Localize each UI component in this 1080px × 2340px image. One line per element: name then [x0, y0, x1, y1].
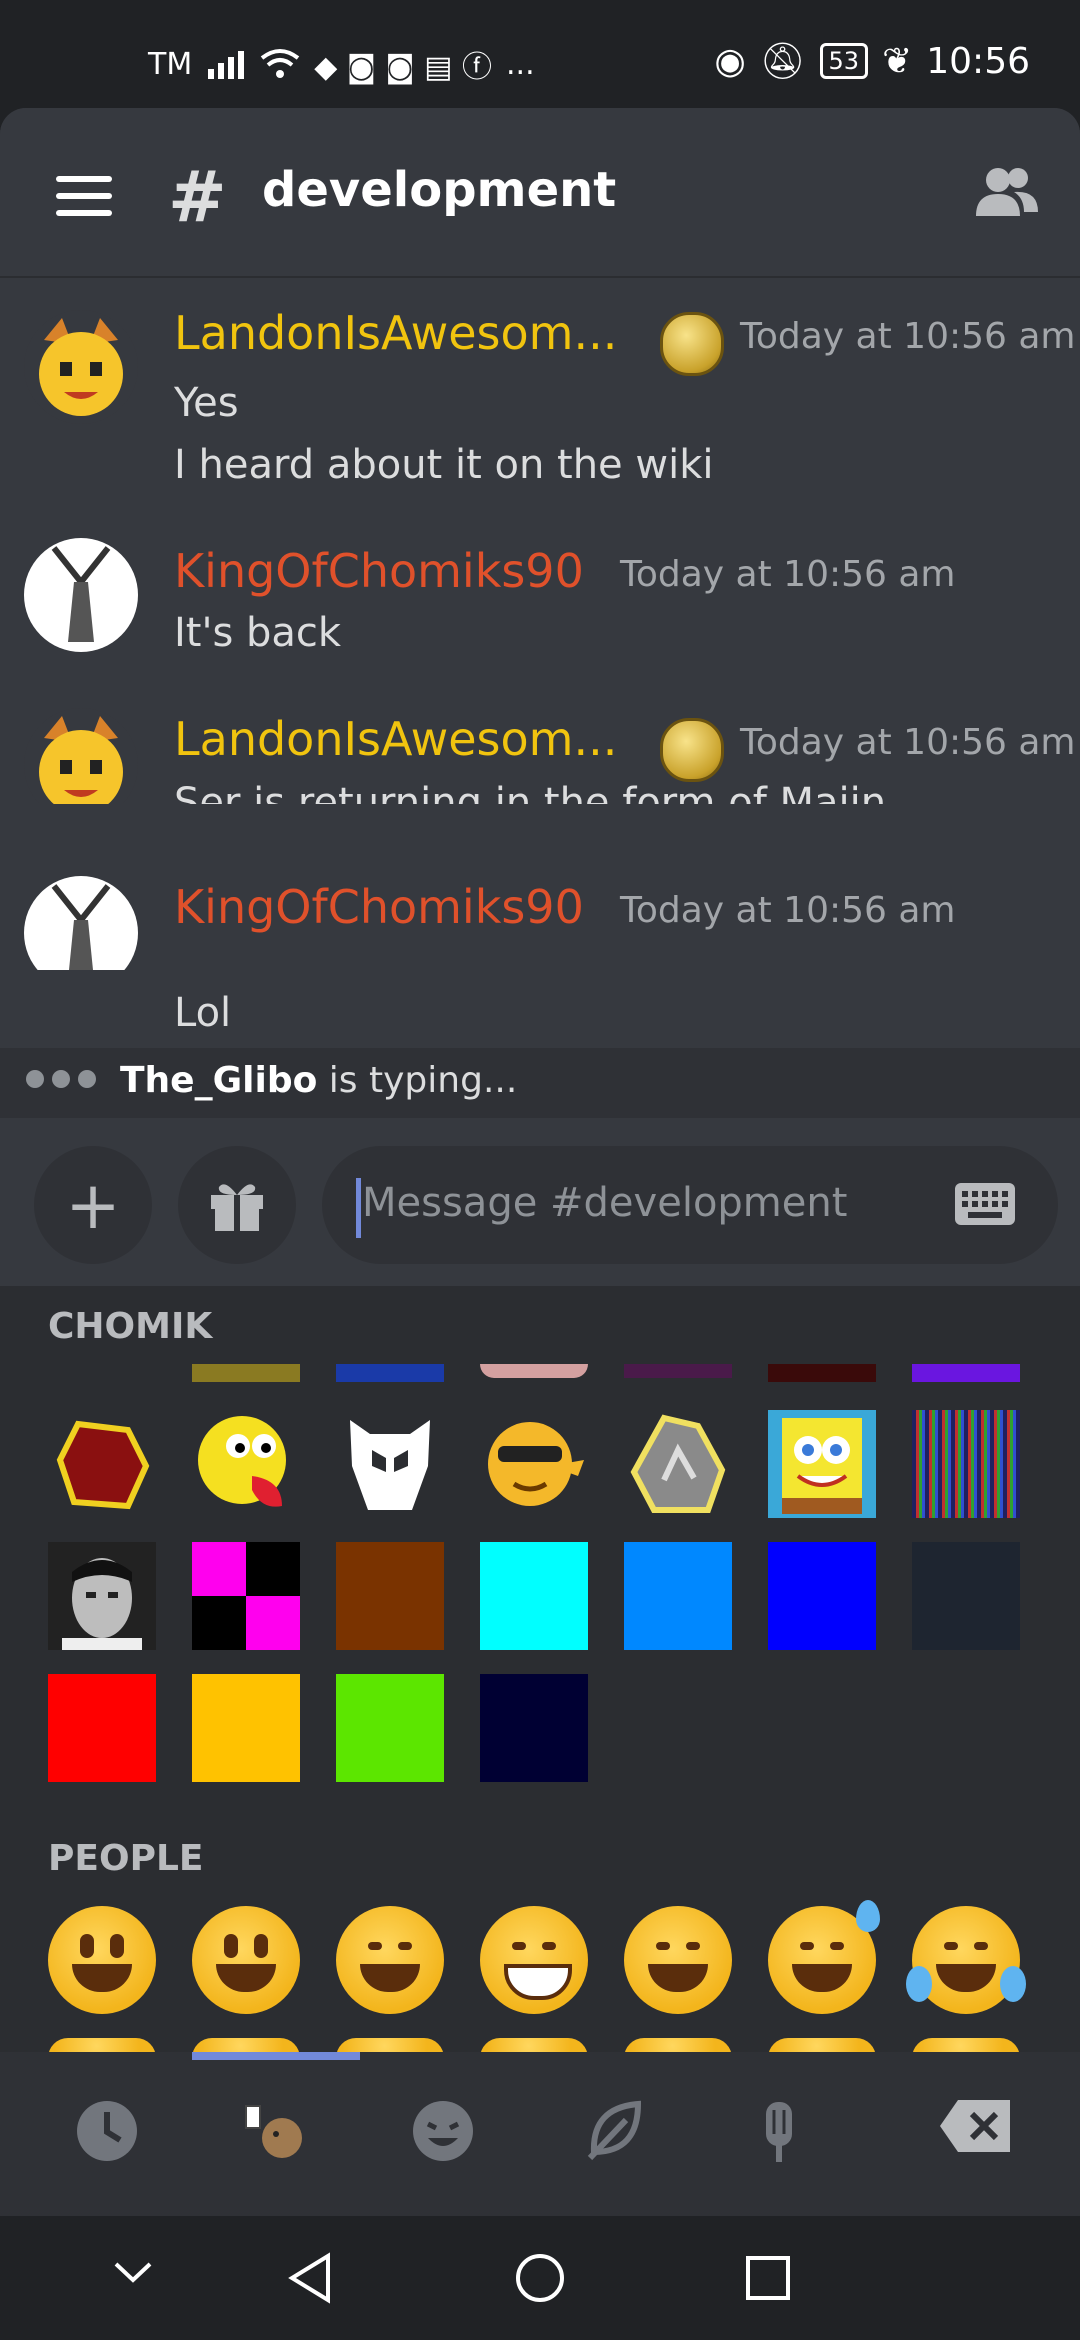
emoji-tile[interactable] [624, 1364, 732, 1378]
message-list[interactable]: LandonIsAwesom... Today at 10:56 am Yes … [0, 276, 1080, 804]
message-item[interactable]: KingOfChomiks90 Today at 10:56 am [0, 876, 1080, 970]
joy-emoji[interactable] [906, 1906, 1026, 2014]
avatar[interactable] [24, 538, 138, 652]
message-input[interactable]: Message #development [322, 1146, 1058, 1264]
cool-face-emoji[interactable] [480, 1410, 588, 1518]
chevron-down-icon[interactable] [112, 2260, 154, 2286]
status-bar: TM ◆ ◙ ◙ ▤ ⓕ ... ◉ 🔕︎ 53 ❦ 10:56 [0, 0, 1080, 108]
message-line: Ser is returning in the form of Majin [174, 780, 887, 804]
avatar[interactable] [24, 310, 138, 424]
azure-square-emoji[interactable] [624, 1542, 732, 1650]
laughing-emoji[interactable] [624, 1906, 732, 2014]
smile-emoji[interactable] [336, 1906, 444, 2014]
locked-hash-icon: # [168, 156, 227, 238]
battery-indicator: 53 [819, 43, 869, 79]
typing-user: The_Glibo [120, 1060, 318, 1101]
avatar[interactable] [24, 708, 138, 804]
navy-square-emoji[interactable] [480, 1674, 588, 1782]
overflow-notifications: ... [506, 46, 535, 82]
section-label-chomik: CHOMIK [48, 1306, 213, 1347]
emoji-tile[interactable] [912, 1364, 1020, 1382]
home-icon[interactable] [514, 2252, 566, 2304]
red-gem-emoji[interactable] [48, 1410, 156, 1518]
autobot-emoji[interactable] [336, 1410, 444, 1518]
yellow-square-emoji[interactable] [192, 1674, 300, 1782]
channel-title[interactable]: development [262, 162, 616, 218]
message-time: Today at 10:56 am [740, 722, 1076, 763]
coin-badge-icon [660, 312, 724, 376]
spongebob-emoji[interactable] [768, 1410, 876, 1518]
message-time: Today at 10:56 am [620, 890, 956, 931]
message-placeholder: Message #development [362, 1180, 848, 1226]
section-label-people: PEOPLE [48, 1838, 204, 1879]
message-line: Lol [174, 990, 232, 1036]
message-line: I heard about it on the wiki [174, 442, 714, 488]
tongue-face-emoji[interactable] [192, 1410, 300, 1518]
leaf-icon: ❦ [882, 40, 913, 82]
notification-icons: ◆ ◙ ◙ ▤ ⓕ [314, 50, 492, 85]
eye-icon: ◉ [714, 40, 746, 82]
message-line: It's back [174, 610, 342, 656]
message-author[interactable]: LandonIsAwesom... [174, 306, 617, 360]
blue-square-emoji[interactable] [768, 1542, 876, 1650]
avatar[interactable] [24, 876, 138, 970]
signal-icon [208, 51, 245, 79]
emoji-tile[interactable] [336, 1364, 444, 1382]
text-caret [356, 1178, 361, 1238]
gift-button[interactable] [178, 1146, 296, 1264]
back-icon[interactable] [286, 2252, 332, 2304]
food-icon[interactable] [746, 2098, 812, 2164]
glitch-emoji[interactable] [912, 1410, 1020, 1518]
hamburger-icon[interactable] [56, 176, 112, 227]
green-square-emoji[interactable] [336, 1674, 444, 1782]
people-icon[interactable] [410, 2098, 476, 2164]
channel-header: # development [0, 108, 1080, 276]
sweat-smile-emoji[interactable] [768, 1900, 880, 2014]
gift-icon [211, 1184, 263, 1231]
message-author[interactable]: KingOfChomiks90 [174, 544, 584, 598]
typing-indicator: The_Glibo is typing... [0, 1048, 1080, 1118]
dark-square-emoji[interactable] [912, 1542, 1020, 1650]
wifi-icon [260, 49, 300, 78]
plus-icon: + [65, 1166, 121, 1244]
grinning-emoji[interactable] [48, 1906, 156, 2014]
coin-badge-icon [660, 718, 724, 782]
red-square-emoji[interactable] [48, 1674, 156, 1782]
message-author[interactable]: KingOfChomiks90 [174, 880, 584, 934]
add-attachment-button[interactable]: + [34, 1146, 152, 1264]
typing-text: is typing... [328, 1060, 518, 1101]
cyan-square-emoji[interactable] [480, 1542, 588, 1650]
recent-icon[interactable] [74, 2098, 140, 2164]
keyboard-icon[interactable] [954, 1182, 1016, 1226]
portrait-emoji[interactable] [48, 1542, 156, 1650]
chomik-guild-icon[interactable] [242, 2098, 308, 2164]
emoji-category-tabs [0, 2052, 1080, 2216]
message-line: Yes [174, 380, 239, 426]
brown-square-emoji[interactable] [336, 1542, 444, 1650]
emoji-tile[interactable] [192, 1364, 300, 1382]
message-time: Today at 10:56 am [620, 554, 956, 595]
grin-emoji[interactable] [480, 1906, 588, 2014]
emoji-tile[interactable] [48, 1364, 156, 1378]
active-tab-indicator [192, 2052, 360, 2060]
smiley-emoji[interactable] [192, 1906, 300, 2014]
message-time: Today at 10:56 am [740, 316, 1076, 357]
system-nav-bar [0, 2216, 1080, 2340]
backspace-icon[interactable] [936, 2098, 1014, 2164]
members-icon[interactable] [974, 164, 1040, 220]
message-author[interactable]: LandonIsAwesom... [174, 712, 617, 766]
typing-dots-icon [26, 1070, 96, 1088]
recents-icon[interactable] [744, 2254, 792, 2302]
carrier-label: TM [148, 46, 193, 82]
grey-rock-emoji[interactable] [624, 1410, 732, 1518]
emoji-tile[interactable] [480, 1364, 588, 1378]
clock-time: 10:56 [926, 40, 1030, 82]
composer: + Message #development [0, 1118, 1080, 1286]
emoji-tile[interactable] [768, 1364, 876, 1382]
nature-icon[interactable] [582, 2098, 648, 2164]
mute-bell-icon: 🔕︎ [759, 41, 806, 82]
checker-emoji[interactable] [192, 1542, 300, 1650]
